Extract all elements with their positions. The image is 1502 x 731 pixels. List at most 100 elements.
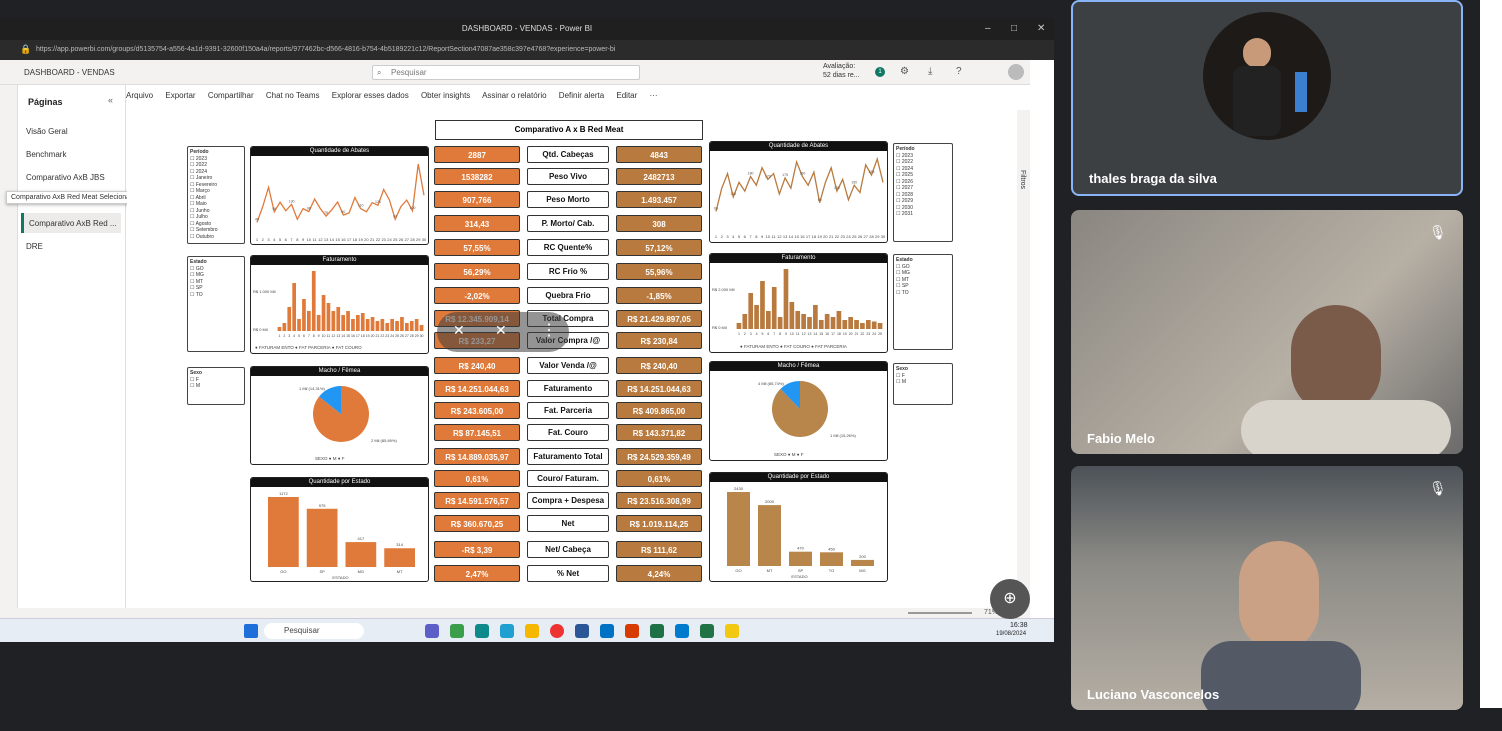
windows-taskbar: Pesquisar 16:38 19/08/2024 — [0, 618, 1054, 642]
slicer-items[interactable]: ☐ GO ☐ MG ☐ MT ☐ SP ☐ TO — [190, 266, 242, 299]
macho-femea-chart-b[interactable]: Macho / Fêmea 1 Mil (15,26%) 4 Mil (85,74… — [709, 361, 888, 461]
macho-femea-chart-a[interactable]: Macho / Fêmea 2 Mil (85,69%) 1 Mil (14,31… — [250, 366, 429, 465]
page-dre[interactable]: DRE — [26, 242, 43, 251]
outlook-icon[interactable] — [600, 624, 614, 638]
toolbar-explorar[interactable]: Explorar esses dados — [332, 91, 409, 100]
excel-icon[interactable] — [650, 624, 664, 638]
report-name[interactable]: DASHBOARD - VENDAS — [24, 68, 115, 77]
toolbar-arquivo[interactable]: Arquivo — [126, 91, 153, 100]
faturamento-chart-b[interactable]: Faturamento 1 2 3 4 5 6 7 8 9 10 11 12 13 14 15 16 17 18 1… — [709, 253, 888, 353]
estado-chart-b[interactable]: Quantidade por Estado 2430 GO 2000 MT 470 SP 4… — [709, 472, 888, 582]
abates-chart-a[interactable]: Quantidade de Abates 1 45 2 3 4 95 5 6 7 130 8 9 10 9… — [250, 146, 429, 245]
sexo-slicer-b[interactable]: Sexo ☐ F ☐ M — [893, 363, 953, 405]
word-icon[interactable] — [575, 624, 589, 638]
data-label: 470 — [797, 546, 804, 551]
minimize-icon[interactable]: – — [985, 23, 991, 34]
sexo-slicer-a[interactable]: Sexo ☐ F ☐ M — [187, 367, 245, 405]
tick-label: 5 — [279, 237, 282, 242]
teams-icon[interactable] — [425, 624, 439, 638]
bar-chart: 1172 GO 975 SP 417 MG 314 MT ESTADO — [268, 491, 415, 580]
address-bar[interactable]: 🔒 https://app.powerbi.com/groups/d513575… — [0, 40, 1054, 60]
collapse-icon[interactable]: « — [108, 95, 113, 105]
tick-label: MG — [358, 569, 364, 574]
zoom-in-icon[interactable]: ⊕ — [990, 579, 1030, 619]
estado-slicer-a[interactable]: Estado ☐ GO ☐ MG ☐ MT ☐ SP ☐ TO — [187, 256, 245, 352]
meeting-controls-overlay[interactable]: ✕ ✕ ⋮ — [437, 312, 569, 352]
app-icon[interactable] — [450, 624, 464, 638]
slicer-items[interactable]: ☐ F ☐ M — [190, 377, 242, 390]
maximize-icon[interactable]: □ — [1011, 23, 1017, 34]
participant-tile[interactable]: Fabio Melo 🎙 — [1071, 210, 1463, 454]
page-benchmark[interactable]: Benchmark — [26, 150, 66, 159]
camera-off-icon[interactable]: ✕ — [495, 322, 507, 339]
app-icon[interactable] — [500, 624, 514, 638]
toolbar-editar[interactable]: Editar — [616, 91, 637, 100]
value-b: R$ 24.529.359,49 — [616, 448, 702, 465]
more-icon[interactable]: ⋮ — [541, 320, 557, 340]
close-icon[interactable]: ✕ — [1037, 23, 1045, 34]
video-feed — [1291, 305, 1381, 415]
chart-title: Quantidade de Abates — [710, 142, 887, 151]
vscode-icon[interactable] — [675, 624, 689, 638]
page-comparativo-jbs[interactable]: Comparativo AxB JBS — [26, 173, 105, 182]
data-label: 1 Mil (15,26%) — [830, 433, 856, 438]
toolbar-assinar[interactable]: Assinar o relatório — [482, 91, 546, 100]
gear-icon[interactable]: ⚙ — [900, 66, 909, 77]
slicer-items[interactable]: ☐ 2023 ☐ 2022 ☐ 2024 ☐ 2025 ☐ 2026 ☐ 2027 ☐ 20… — [896, 153, 950, 218]
tick-label: 30 — [881, 234, 886, 239]
value-b: 57,12% — [616, 239, 702, 256]
slicer-option[interactable]: ☐ M — [190, 383, 242, 390]
toolbar-insights[interactable]: Obter insights — [421, 91, 470, 100]
tick-label: 15 — [335, 237, 340, 242]
tick-label: 20 — [823, 234, 828, 239]
app-icon[interactable] — [625, 624, 639, 638]
page-visao-geral[interactable]: Visão Geral — [26, 127, 68, 136]
windows-start-icon[interactable] — [244, 624, 258, 638]
participant-tile[interactable]: thales braga da silva — [1071, 0, 1463, 196]
zoom-slider[interactable] — [908, 612, 972, 614]
help-icon[interactable]: ? — [956, 66, 962, 77]
slicer-option[interactable]: ☐ 2031 — [896, 211, 950, 218]
axis-label: ESTADO — [332, 575, 348, 580]
app-icon[interactable] — [700, 624, 714, 638]
notification-badge[interactable]: 1 — [875, 67, 885, 77]
slicer-items[interactable]: ☐ GO ☐ MG ☐ MT ☐ SP ☐ TO — [896, 264, 950, 297]
chrome-icon[interactable] — [550, 624, 564, 638]
filters-pane-collapsed[interactable]: Filtros — [1017, 110, 1030, 608]
slicer-option[interactable]: ☐ Outubro — [190, 234, 242, 241]
toolbar-chat-teams[interactable]: Chat no Teams — [266, 91, 320, 100]
bar — [356, 315, 360, 331]
toolbar-exportar[interactable]: Exportar — [165, 91, 195, 100]
faturamento-chart-a[interactable]: Faturamento 1 2 3 4 5 6 7 8 9 10 11 12 13 14 15 16 17 18 1… — [250, 255, 429, 354]
slicer-items[interactable]: ☐ F ☐ M — [896, 373, 950, 386]
periodo-slicer-b[interactable]: Período ☐ 2023 ☐ 2022 ☐ 2024 ☐ 2025 ☐ 2026 ☐ … — [893, 143, 953, 242]
estado-slicer-b[interactable]: Estado ☐ GO ☐ MG ☐ MT ☐ SP ☐ TO — [893, 254, 953, 350]
toolbar-alerta[interactable]: Definir alerta — [559, 91, 604, 100]
powerbi-icon[interactable] — [725, 624, 739, 638]
value-a: 2,47% — [434, 565, 520, 582]
slicer-items[interactable]: ☐ 2023 ☐ 2022 ☐ 2024 ☐ Janeiro ☐ Fevereiro ☐ … — [190, 156, 242, 241]
avatar[interactable] — [1008, 64, 1024, 80]
bar — [748, 293, 754, 329]
side-panel-edge — [1480, 0, 1502, 708]
abates-chart-b[interactable]: Quantidade de Abates 1 60 2 3 4 110 5 6 7 180 8 9 10… — [709, 141, 888, 243]
estado-chart-a[interactable]: Quantidade por Estado 1172 GO 975 SP 417 MG 31… — [250, 477, 429, 582]
toolbar-more[interactable]: ··· — [650, 91, 658, 100]
mic-off-icon[interactable]: ✕ — [453, 322, 465, 339]
value-a: R$ 87.145,51 — [434, 424, 520, 441]
metric-label: Qtd. Cabeças — [527, 146, 609, 163]
edge-icon[interactable] — [475, 624, 489, 638]
tick-label: 21 — [370, 237, 375, 242]
slicer-option[interactable]: ☐ TO — [896, 290, 950, 297]
folder-icon[interactable] — [525, 624, 539, 638]
toolbar-compartilhar[interactable]: Compartilhar — [208, 91, 254, 100]
participant-tile[interactable]: Luciano Vasconcelos 🎙 — [1071, 466, 1463, 710]
download-icon[interactable]: ⤓ — [928, 66, 932, 77]
value-b: 1.493.457 — [616, 191, 702, 208]
slicer-option[interactable]: ☐ TO — [190, 292, 242, 299]
search-input[interactable]: Pesquisar — [372, 65, 640, 80]
page-comparativo-red-meat[interactable]: Comparativo AxB Red ... — [21, 213, 121, 233]
taskbar-search[interactable]: Pesquisar — [264, 623, 364, 639]
periodo-slicer-a[interactable]: Período ☐ 2023 ☐ 2022 ☐ 2024 ☐ Janeiro ☐ Fev… — [187, 146, 245, 244]
slicer-option[interactable]: ☐ M — [896, 379, 950, 386]
